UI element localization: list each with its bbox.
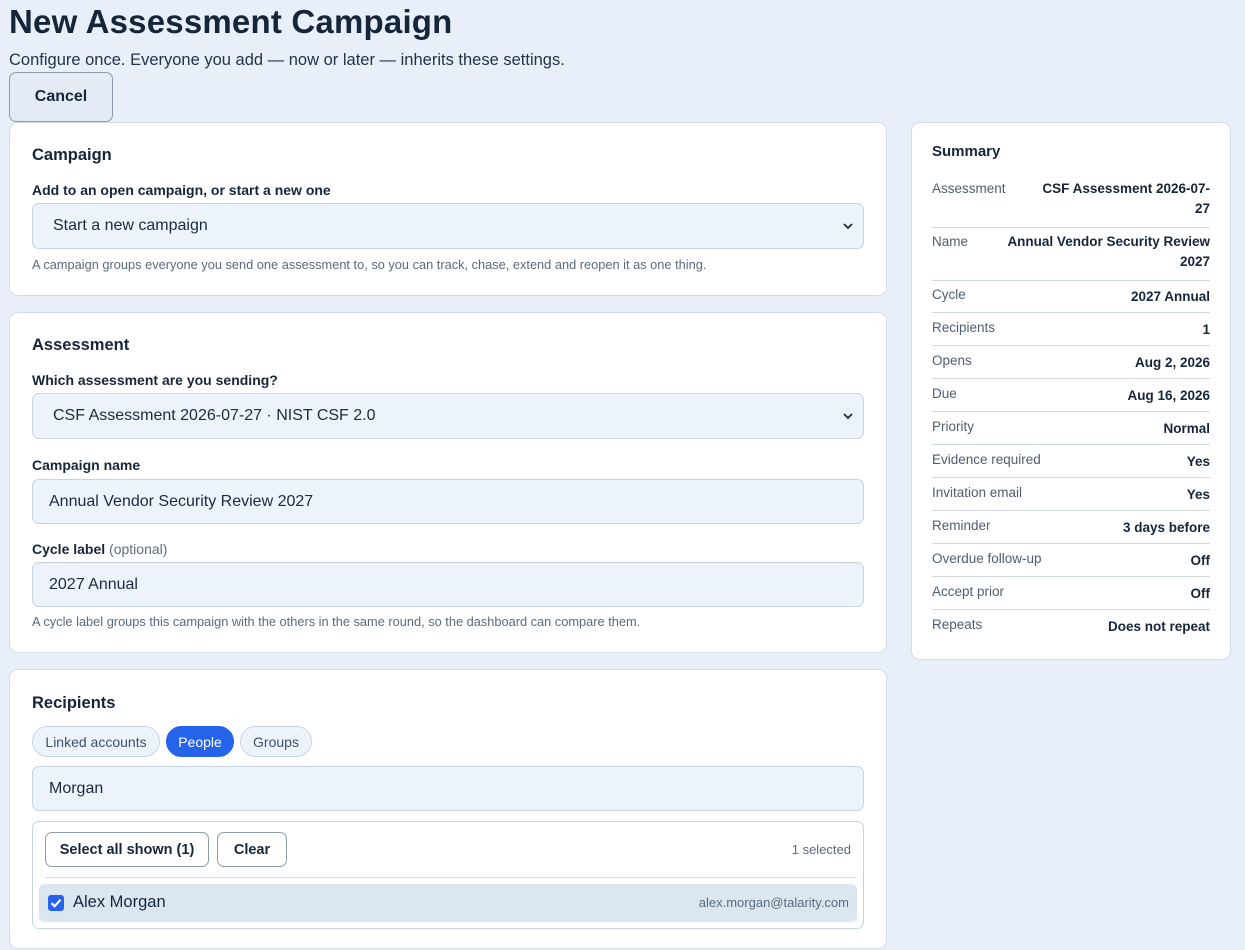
summary-row-repeats: Repeats Does not repeat	[932, 617, 1210, 643]
summary-row-cycle: Cycle 2027 Annual	[932, 287, 1210, 313]
summary-value: Normal	[1163, 421, 1210, 436]
summary-label: Repeats	[932, 617, 983, 632]
cycle-help-text: A cycle label groups this campaign with …	[32, 614, 641, 629]
summary-value: Annual Vendor Security Review 2027	[1007, 234, 1210, 269]
tab-people[interactable]: People	[166, 726, 234, 757]
assessment-card-title: Assessment	[32, 336, 130, 354]
summary-title: Summary	[932, 143, 1001, 160]
summary-label: Reminder	[932, 518, 991, 533]
campaign-name-label: Campaign name	[32, 457, 141, 473]
checkmark-icon	[50, 899, 62, 908]
summary-row-priority: Priority Normal	[932, 419, 1210, 445]
assessment-select[interactable]: CSF Assessment 2026-07-27 · NIST CSF 2.0	[32, 393, 864, 439]
checkbox-checked[interactable]	[48, 895, 64, 911]
cancel-button[interactable]: Cancel	[9, 72, 113, 122]
summary-label: Overdue follow-up	[932, 551, 1042, 566]
summary-row-evidence: Evidence required Yes	[932, 452, 1210, 478]
list-divider	[45, 877, 857, 878]
summary-value: Yes	[1186, 487, 1210, 502]
campaign-select[interactable]: Start a new campaign	[32, 203, 864, 249]
summary-value: Aug 2, 2026	[1134, 355, 1210, 370]
summary-label: Priority	[932, 419, 975, 434]
cycle-optional-hint: (optional)	[109, 541, 168, 557]
assessment-select-label: Which assessment are you sending?	[32, 372, 278, 388]
chevron-down-icon	[843, 413, 853, 420]
summary-value: 2027 Annual	[1130, 289, 1210, 304]
summary-value: Aug 16, 2026	[1127, 388, 1210, 403]
campaign-select-value: Start a new campaign	[53, 217, 208, 234]
summary-label: Opens	[932, 353, 972, 368]
recipient-list: Select all shown (1) Clear 1 selected Al…	[32, 821, 864, 929]
summary-label: Name	[932, 234, 969, 249]
summary-label: Invitation email	[932, 485, 1023, 500]
tab-groups[interactable]: Groups	[240, 726, 312, 757]
summary-label: Due	[932, 386, 957, 401]
summary-row-invitation: Invitation email Yes	[932, 485, 1210, 511]
summary-label: Evidence required	[932, 452, 1041, 467]
page-title: New Assessment Campaign	[9, 3, 453, 40]
summary-row-recipients: Recipients 1	[932, 320, 1210, 346]
page-subtitle: Configure once. Everyone you add — now o…	[9, 51, 565, 69]
summary-value: 3 days before	[1122, 520, 1210, 535]
tab-linked-accounts[interactable]: Linked accounts	[32, 726, 160, 757]
clear-button[interactable]: Clear	[217, 832, 287, 867]
summary-value: Off	[1190, 586, 1211, 601]
summary-value: Yes	[1186, 454, 1210, 469]
assessment-card: Assessment Which assessment are you send…	[9, 312, 887, 653]
cycle-label-text: Cycle label	[32, 541, 106, 557]
summary-row-assessment: Assessment CSF Assessment 2026-07-27	[932, 181, 1210, 228]
summary-value: Does not repeat	[1107, 619, 1210, 634]
recipient-search-value: Morgan	[49, 779, 104, 797]
recipient-search-input[interactable]: Morgan	[32, 766, 864, 811]
summary-label: Cycle	[932, 287, 966, 302]
summary-label: Recipients	[932, 320, 996, 335]
summary-value: Off	[1190, 553, 1211, 568]
recipients-card-title: Recipients	[32, 694, 116, 712]
summary-row-name: Name Annual Vendor Security Review 2027	[932, 234, 1210, 281]
recipients-card: Recipients Linked accounts People Groups…	[9, 669, 887, 949]
campaign-name-input[interactable]: Annual Vendor Security Review 2027	[32, 479, 864, 524]
assessment-select-value: CSF Assessment 2026-07-27 · NIST CSF 2.0	[53, 407, 376, 424]
person-email: alex.morgan@talarity.com	[698, 895, 849, 910]
campaign-card-title: Campaign	[32, 146, 112, 164]
summary-row-opens: Opens Aug 2, 2026	[932, 353, 1210, 379]
list-item[interactable]: Alex Morgan alex.morgan@talarity.com	[39, 884, 857, 922]
cycle-label-value: 2027 Annual	[49, 575, 138, 593]
campaign-select-label: Add to an open campaign, or start a new …	[32, 182, 331, 198]
summary-label: Assessment	[932, 181, 1006, 196]
campaign-name-value: Annual Vendor Security Review 2027	[49, 492, 314, 510]
campaign-help-text: A campaign groups everyone you send one …	[32, 257, 707, 272]
summary-card: Summary Assessment CSF Assessment 2026-0…	[911, 122, 1231, 660]
summary-value: CSF Assessment 2026-07-27	[1042, 181, 1210, 216]
summary-value: 1	[1202, 322, 1210, 337]
cycle-label-label: Cycle label (optional)	[32, 541, 167, 557]
summary-row-reminder: Reminder 3 days before	[932, 518, 1210, 544]
summary-label: Accept prior	[932, 584, 1005, 599]
summary-row-accept-prior: Accept prior Off	[932, 584, 1210, 610]
selected-count: 1 selected	[791, 842, 851, 857]
summary-row-overdue: Overdue follow-up Off	[932, 551, 1210, 577]
summary-row-due: Due Aug 16, 2026	[932, 386, 1210, 412]
campaign-card: Campaign Add to an open campaign, or sta…	[9, 122, 887, 296]
select-all-shown-button[interactable]: Select all shown (1)	[45, 832, 209, 867]
cycle-label-input[interactable]: 2027 Annual	[32, 562, 864, 607]
person-name: Alex Morgan	[73, 893, 166, 911]
chevron-down-icon	[843, 223, 853, 230]
